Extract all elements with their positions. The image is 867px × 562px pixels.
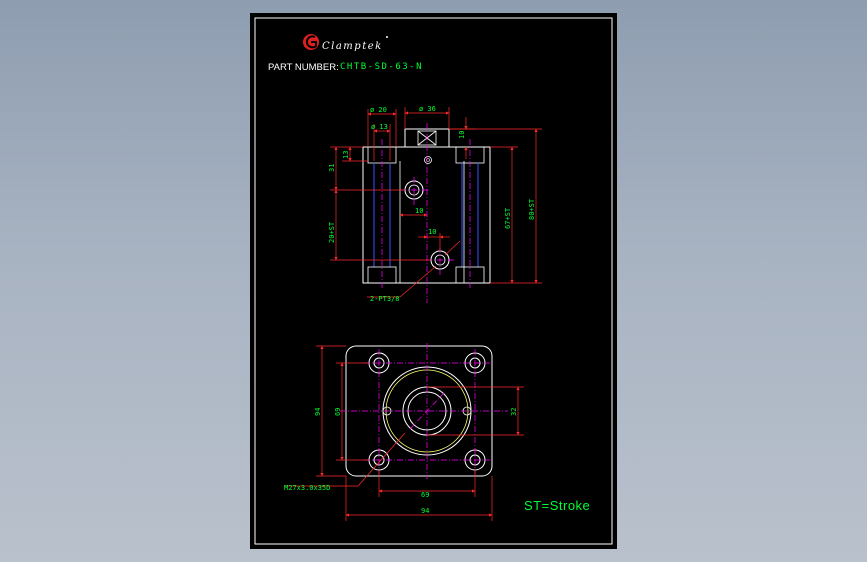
dim-20st: 20+ST — [328, 221, 336, 243]
front-center-lines — [381, 123, 471, 303]
dim-80st: 80+ST — [528, 198, 536, 220]
dim-dia13: ø 13 — [371, 123, 388, 131]
brand-name: Clamptek — [322, 41, 383, 52]
dim-dia20: ø 20 — [370, 106, 387, 114]
part-number-label: PART NUMBER: — [268, 62, 339, 73]
top-center-lines — [340, 343, 508, 479]
dim-10-lower: 10 — [428, 228, 436, 236]
dim-dia36: ø 36 — [419, 105, 436, 113]
dim-10-mid: 10 — [415, 207, 423, 215]
top-dimensions — [284, 345, 524, 521]
dim-69-left: 69 — [334, 408, 342, 416]
dim-32: 32 — [510, 408, 518, 416]
top-view: 94 69 32 69 94 M27x3.0x35D — [284, 343, 524, 521]
dim-69-bottom: 69 — [421, 491, 429, 499]
port-note: 2-PT3/8 — [370, 295, 400, 303]
part-number-value: CHTB-SD-63-N — [340, 62, 423, 72]
stroke-footnote: ST=Stroke — [524, 498, 590, 513]
front-view: ø 20 ø 13 ø 36 10 13 31 20+ST 10 10 67+S… — [328, 105, 542, 303]
dim-67st: 67+ST — [504, 207, 512, 229]
brand-logo: Clamptek — [303, 34, 388, 52]
dim-94-left: 94 — [314, 408, 322, 416]
thread-note: M27x3.0x35D — [284, 484, 330, 492]
dim-13: 13 — [342, 151, 350, 159]
dim-31: 31 — [328, 164, 336, 172]
drawing-sheet: Clamptek PART NUMBER: CHTB-SD-63-N ø 20 … — [250, 13, 617, 549]
air-port-small — [424, 156, 432, 164]
cad-drawing: Clamptek PART NUMBER: CHTB-SD-63-N ø 20 … — [254, 17, 613, 545]
dim-94-bottom: 94 — [421, 507, 429, 515]
dim-10-top: 10 — [458, 131, 466, 139]
drawing-frame — [254, 17, 613, 545]
